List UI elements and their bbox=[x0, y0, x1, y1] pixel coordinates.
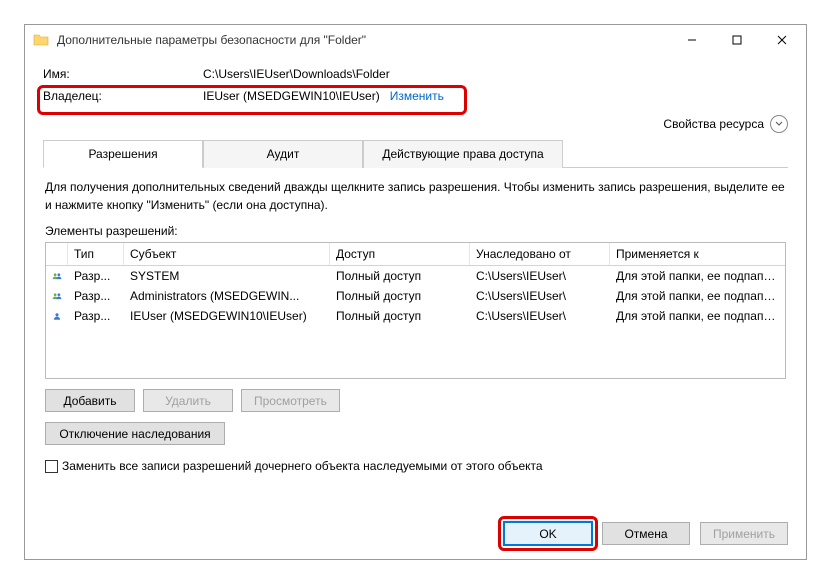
minimize-button[interactable] bbox=[669, 25, 714, 55]
instructions-text: Для получения дополнительных сведений дв… bbox=[45, 178, 786, 214]
entries-label: Элементы разрешений: bbox=[45, 224, 786, 238]
name-label: Имя: bbox=[43, 67, 203, 81]
folder-icon bbox=[33, 32, 49, 48]
inheritance-buttons: Отключение наследования bbox=[45, 422, 786, 445]
name-row: Имя: C:\Users\IEUser\Downloads\Folder bbox=[43, 67, 788, 81]
security-dialog: Дополнительные параметры безопасности дл… bbox=[24, 24, 807, 560]
cancel-button[interactable]: Отмена bbox=[602, 522, 690, 545]
users-icon bbox=[46, 288, 68, 304]
replace-checkbox[interactable] bbox=[45, 460, 58, 473]
cell-subject: Administrators (MSEDGEWIN... bbox=[124, 287, 330, 305]
users-icon bbox=[46, 268, 68, 284]
tab-permissions[interactable]: Разрешения bbox=[43, 140, 203, 168]
dialog-footer: OK Отмена Применить bbox=[25, 512, 806, 559]
owner-row: Владелец: IEUser (MSEDGEWIN10\IEUser) Из… bbox=[43, 89, 788, 103]
cell-inherited: C:\Users\IEUser\ bbox=[470, 267, 610, 285]
ok-button[interactable]: OK bbox=[504, 522, 592, 545]
close-button[interactable] bbox=[759, 25, 804, 55]
cell-inherited: C:\Users\IEUser\ bbox=[470, 307, 610, 325]
table-header: Тип Субъект Доступ Унаследовано от Приме… bbox=[46, 243, 785, 266]
cell-type: Разр... bbox=[68, 307, 124, 325]
col-access[interactable]: Доступ bbox=[330, 243, 470, 265]
cell-subject: SYSTEM bbox=[124, 267, 330, 285]
col-icon[interactable] bbox=[46, 243, 68, 265]
resource-properties[interactable]: Свойства ресурса bbox=[43, 115, 788, 133]
chevron-down-icon bbox=[770, 115, 788, 133]
owner-value: IEUser (MSEDGEWIN10\IEUser) bbox=[203, 89, 380, 103]
table-row[interactable]: Разр... SYSTEM Полный доступ C:\Users\IE… bbox=[46, 266, 785, 286]
view-button: Просмотреть bbox=[241, 389, 340, 412]
content-area: Имя: C:\Users\IEUser\Downloads\Folder Вл… bbox=[25, 55, 806, 512]
tab-bar: Разрешения Аудит Действующие права досту… bbox=[43, 139, 788, 168]
tab-effective[interactable]: Действующие права доступа bbox=[363, 140, 563, 168]
col-type[interactable]: Тип bbox=[68, 243, 124, 265]
tab-effective-label: Действующие права доступа bbox=[382, 147, 543, 161]
resource-properties-label: Свойства ресурса bbox=[663, 117, 764, 131]
cell-applies: Для этой папки, ее подпапок ... bbox=[610, 307, 785, 325]
tab-audit-label: Аудит bbox=[267, 147, 300, 161]
col-subject[interactable]: Субъект bbox=[124, 243, 330, 265]
cell-subject: IEUser (MSEDGEWIN10\IEUser) bbox=[124, 307, 330, 325]
apply-button: Применить bbox=[700, 522, 788, 545]
table-row[interactable]: Разр... Administrators (MSEDGEWIN... Пол… bbox=[46, 286, 785, 306]
table-empty-space bbox=[46, 326, 785, 378]
replace-check-label: Заменить все записи разрешений дочернего… bbox=[62, 459, 543, 473]
cell-applies: Для этой папки, ее подпапок ... bbox=[610, 267, 785, 285]
tab-permissions-label: Разрешения bbox=[88, 147, 157, 161]
remove-button: Удалить bbox=[143, 389, 233, 412]
table-row[interactable]: Разр... IEUser (MSEDGEWIN10\IEUser) Полн… bbox=[46, 306, 785, 326]
permissions-table: Тип Субъект Доступ Унаследовано от Приме… bbox=[45, 242, 786, 379]
cell-applies: Для этой папки, ее подпапок ... bbox=[610, 287, 785, 305]
col-inherited[interactable]: Унаследовано от bbox=[470, 243, 610, 265]
cell-access: Полный доступ bbox=[330, 267, 470, 285]
name-value: C:\Users\IEUser\Downloads\Folder bbox=[203, 67, 390, 81]
cell-type: Разр... bbox=[68, 267, 124, 285]
disable-inheritance-button[interactable]: Отключение наследования bbox=[45, 422, 225, 445]
maximize-button[interactable] bbox=[714, 25, 759, 55]
cell-access: Полный доступ bbox=[330, 287, 470, 305]
change-owner-link[interactable]: Изменить bbox=[390, 89, 444, 103]
cell-inherited: C:\Users\IEUser\ bbox=[470, 287, 610, 305]
replace-check-row[interactable]: Заменить все записи разрешений дочернего… bbox=[45, 459, 786, 473]
add-button[interactable]: Добавить bbox=[45, 389, 135, 412]
col-applies[interactable]: Применяется к bbox=[610, 243, 785, 265]
user-icon bbox=[46, 308, 68, 324]
tab-audit[interactable]: Аудит bbox=[203, 140, 363, 168]
owner-label: Владелец: bbox=[43, 89, 203, 103]
entry-buttons: Добавить Удалить Просмотреть bbox=[45, 389, 786, 412]
window-title: Дополнительные параметры безопасности дл… bbox=[55, 33, 669, 47]
tab-body: Для получения дополнительных сведений дв… bbox=[43, 168, 788, 512]
titlebar: Дополнительные параметры безопасности дл… bbox=[25, 25, 806, 55]
cell-access: Полный доступ bbox=[330, 307, 470, 325]
cell-type: Разр... bbox=[68, 287, 124, 305]
